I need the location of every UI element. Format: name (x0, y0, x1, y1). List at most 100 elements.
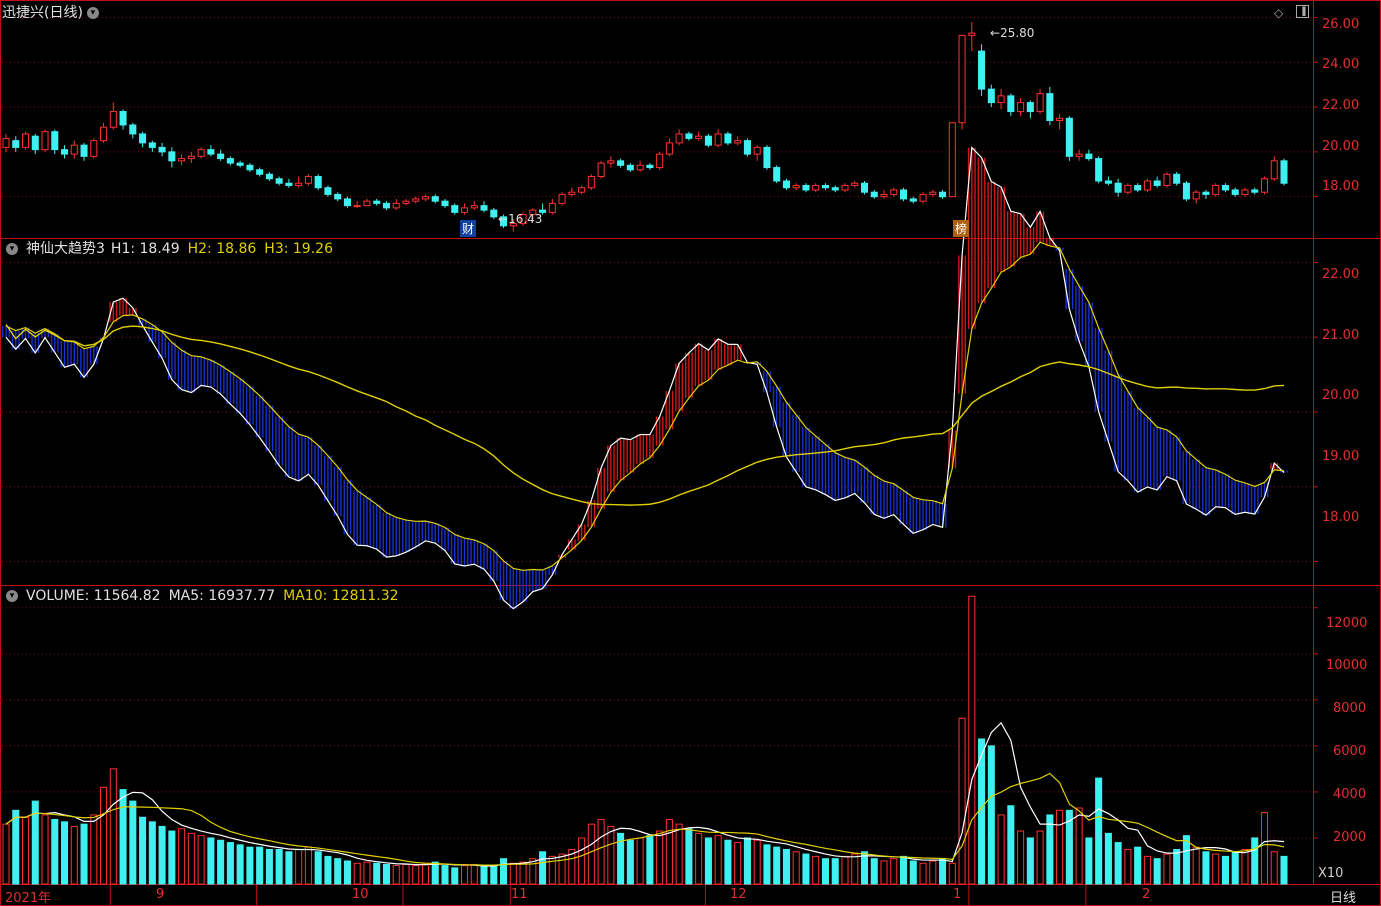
high-price-label: ←25.80 (990, 26, 1035, 40)
volume-bar (80, 823, 88, 885)
ranking-marker[interactable]: 榜 (953, 220, 970, 237)
panel3-header: ▾ VOLUME: 11564.82 MA5: 16937.77 MA10: 1281… (2, 586, 407, 606)
chevron-down-icon[interactable]: ▾ (6, 590, 18, 602)
volume-bar (314, 851, 322, 885)
volume-bar (558, 853, 566, 885)
candle-body (773, 167, 781, 182)
volume-bar (997, 814, 1005, 885)
low-price-value: 16.43 (508, 212, 543, 226)
volume-bar (1026, 837, 1034, 885)
volume-bar (987, 745, 995, 885)
volume-bar (460, 865, 469, 885)
volume-bar (1114, 842, 1122, 885)
volume-bar (1134, 846, 1142, 885)
volume-bar (734, 842, 742, 885)
candle-body (431, 196, 439, 202)
volume-bar (100, 786, 108, 885)
chevron-down-icon[interactable]: ▾ (6, 243, 18, 255)
volume-bar (412, 865, 420, 885)
volume-bar (763, 844, 771, 885)
volume-bar (821, 858, 830, 885)
candle-body (90, 140, 98, 157)
candle-body (890, 189, 898, 195)
candle-body (1192, 191, 1200, 200)
candle-body (1202, 191, 1210, 195)
candle-body (1046, 93, 1054, 122)
volume-bar (334, 858, 342, 885)
candle-body (1017, 102, 1025, 113)
volume-bar (109, 768, 117, 885)
volume-bar (1095, 777, 1103, 885)
y-tick: 10000 (1326, 658, 1368, 673)
candle-body (578, 187, 586, 193)
x-tick: 10 (352, 887, 369, 902)
candle-body (675, 133, 683, 144)
y-tick: 24.00 (1322, 57, 1360, 72)
candle-body (1231, 189, 1239, 195)
volume-bar (61, 821, 69, 885)
volume-bar (685, 828, 693, 885)
volume-bar (587, 823, 595, 885)
candle-body (421, 196, 430, 200)
candle-body (382, 202, 390, 209)
candle-body (1036, 93, 1044, 113)
candle-body (724, 133, 732, 144)
panel-toggle-icon[interactable]: ▐ (1296, 5, 1309, 18)
candle-body (158, 146, 166, 153)
high-price-value: 25.80 (1000, 26, 1035, 40)
ma10-label: MA10: 12811.32 (283, 588, 399, 604)
volume-bar (226, 842, 234, 885)
volume-bar (1163, 853, 1171, 885)
candle-body (656, 153, 664, 169)
volume-bar (665, 819, 673, 885)
y-tick: 26.00 (1322, 17, 1360, 32)
y-tick: 2000 (1333, 830, 1367, 845)
candle-body (168, 151, 176, 162)
volume-bar (490, 865, 498, 885)
volume-bar (841, 855, 849, 885)
volume-bar (343, 860, 351, 885)
candle-body (21, 133, 30, 148)
candle-body (665, 142, 673, 155)
candle-body (987, 88, 995, 104)
y-tick: 4000 (1333, 787, 1367, 802)
candle-body (870, 191, 878, 198)
candle-body (343, 198, 351, 207)
candle-body (392, 202, 400, 209)
volume-bar (373, 862, 381, 885)
candle-body (704, 135, 712, 146)
volume-bar (1036, 830, 1044, 885)
volume-bar (21, 816, 30, 885)
candle-body (1007, 95, 1015, 113)
volume-bar (724, 839, 732, 885)
ma5-label: MA5: 16937.77 (168, 588, 276, 604)
candle-body (1065, 117, 1073, 157)
chevron-down-icon[interactable]: ▾ (86, 7, 99, 19)
candle-body (1075, 153, 1083, 157)
stock-chart[interactable] (0, 0, 1381, 906)
candle-body (851, 182, 859, 186)
volume-bar (1212, 853, 1220, 885)
volume-bar (382, 863, 390, 885)
diamond-icon[interactable]: ◇ (1274, 6, 1283, 20)
candle-body (363, 200, 371, 207)
volume-bar (968, 595, 976, 885)
candle-body (1221, 184, 1229, 191)
candle-body (285, 182, 293, 186)
y-tick: 18.00 (1322, 510, 1360, 525)
volume-bar (129, 800, 137, 885)
candle-body (812, 184, 820, 191)
candle-body (821, 184, 830, 189)
period-label[interactable]: 日线 (1330, 887, 1356, 906)
candle-body (61, 149, 69, 155)
volume-bar (578, 837, 586, 885)
finance-marker[interactable]: 财 (460, 220, 477, 237)
candle-body (900, 189, 908, 200)
volume-bar (500, 858, 508, 885)
candle-body (968, 32, 976, 36)
x-tick: 11 (511, 887, 528, 902)
candle-body (1241, 189, 1249, 195)
volume-bar (782, 848, 790, 885)
volume-bar (1017, 830, 1025, 885)
candle-body (12, 140, 20, 148)
